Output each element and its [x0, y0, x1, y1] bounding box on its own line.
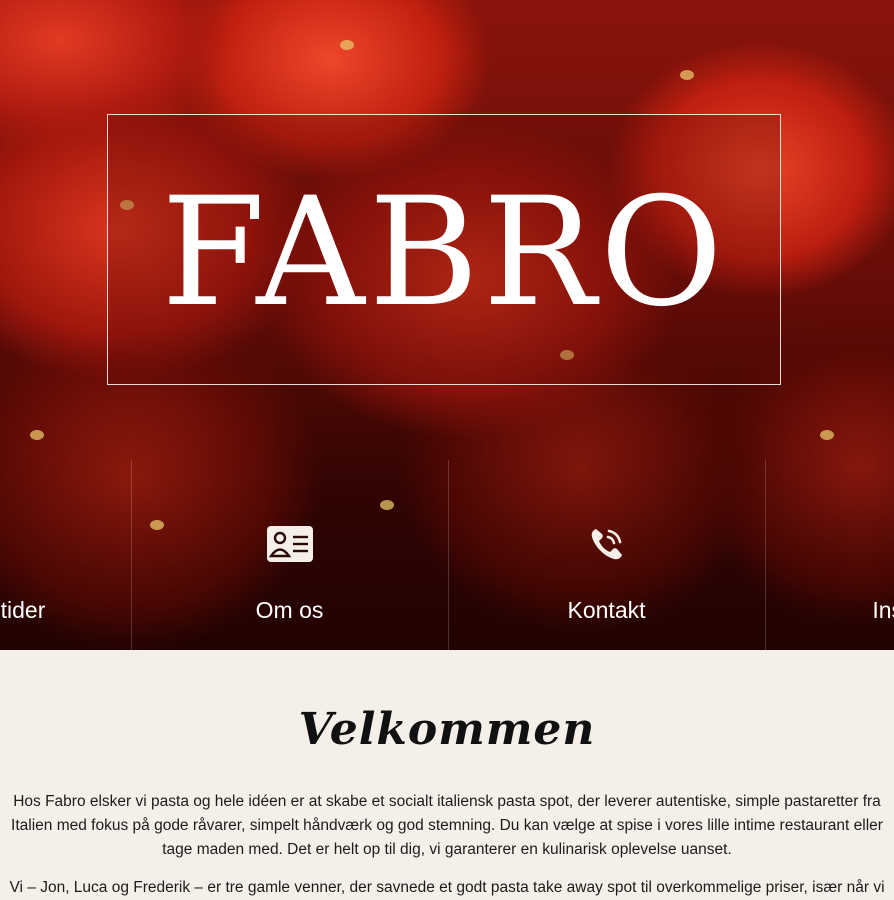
nav-label-menu: Retter og tider — [0, 597, 46, 623]
decor-seed — [30, 430, 44, 440]
welcome-section: Velkommen Hos Fabro elsker vi pasta og h… — [0, 650, 894, 896]
nav-item-contact[interactable]: Kontakt — [448, 460, 765, 650]
decor-seed — [680, 70, 694, 80]
nav-label-instagram: Instagram — [872, 597, 894, 623]
nav-label-contact: Kontakt — [567, 597, 646, 623]
nav-item-instagram[interactable]: Instagram — [765, 460, 894, 650]
intro-paragraph: Hos Fabro elsker vi pasta og hele idéen … — [11, 793, 883, 858]
logo-frame[interactable]: FABRO — [107, 114, 781, 385]
nav-item-about[interactable]: Om os — [131, 460, 448, 650]
hero-banner: FABRO Retter og tider Om os — [0, 0, 894, 650]
brand-logo: FABRO — [161, 165, 727, 340]
phone-icon — [589, 526, 625, 566]
nav-label-about: Om os — [255, 597, 324, 623]
id-card-icon — [266, 526, 313, 566]
nav-item-menu[interactable]: Retter og tider — [0, 460, 131, 650]
intro-paragraph: Vi – Jon, Luca og Frederik – er tre gaml… — [9, 879, 885, 896]
decor-seed — [340, 40, 354, 50]
welcome-heading: Velkommen — [298, 704, 596, 755]
main-nav: Retter og tider Om os — [0, 460, 894, 650]
decor-seed — [820, 430, 834, 440]
